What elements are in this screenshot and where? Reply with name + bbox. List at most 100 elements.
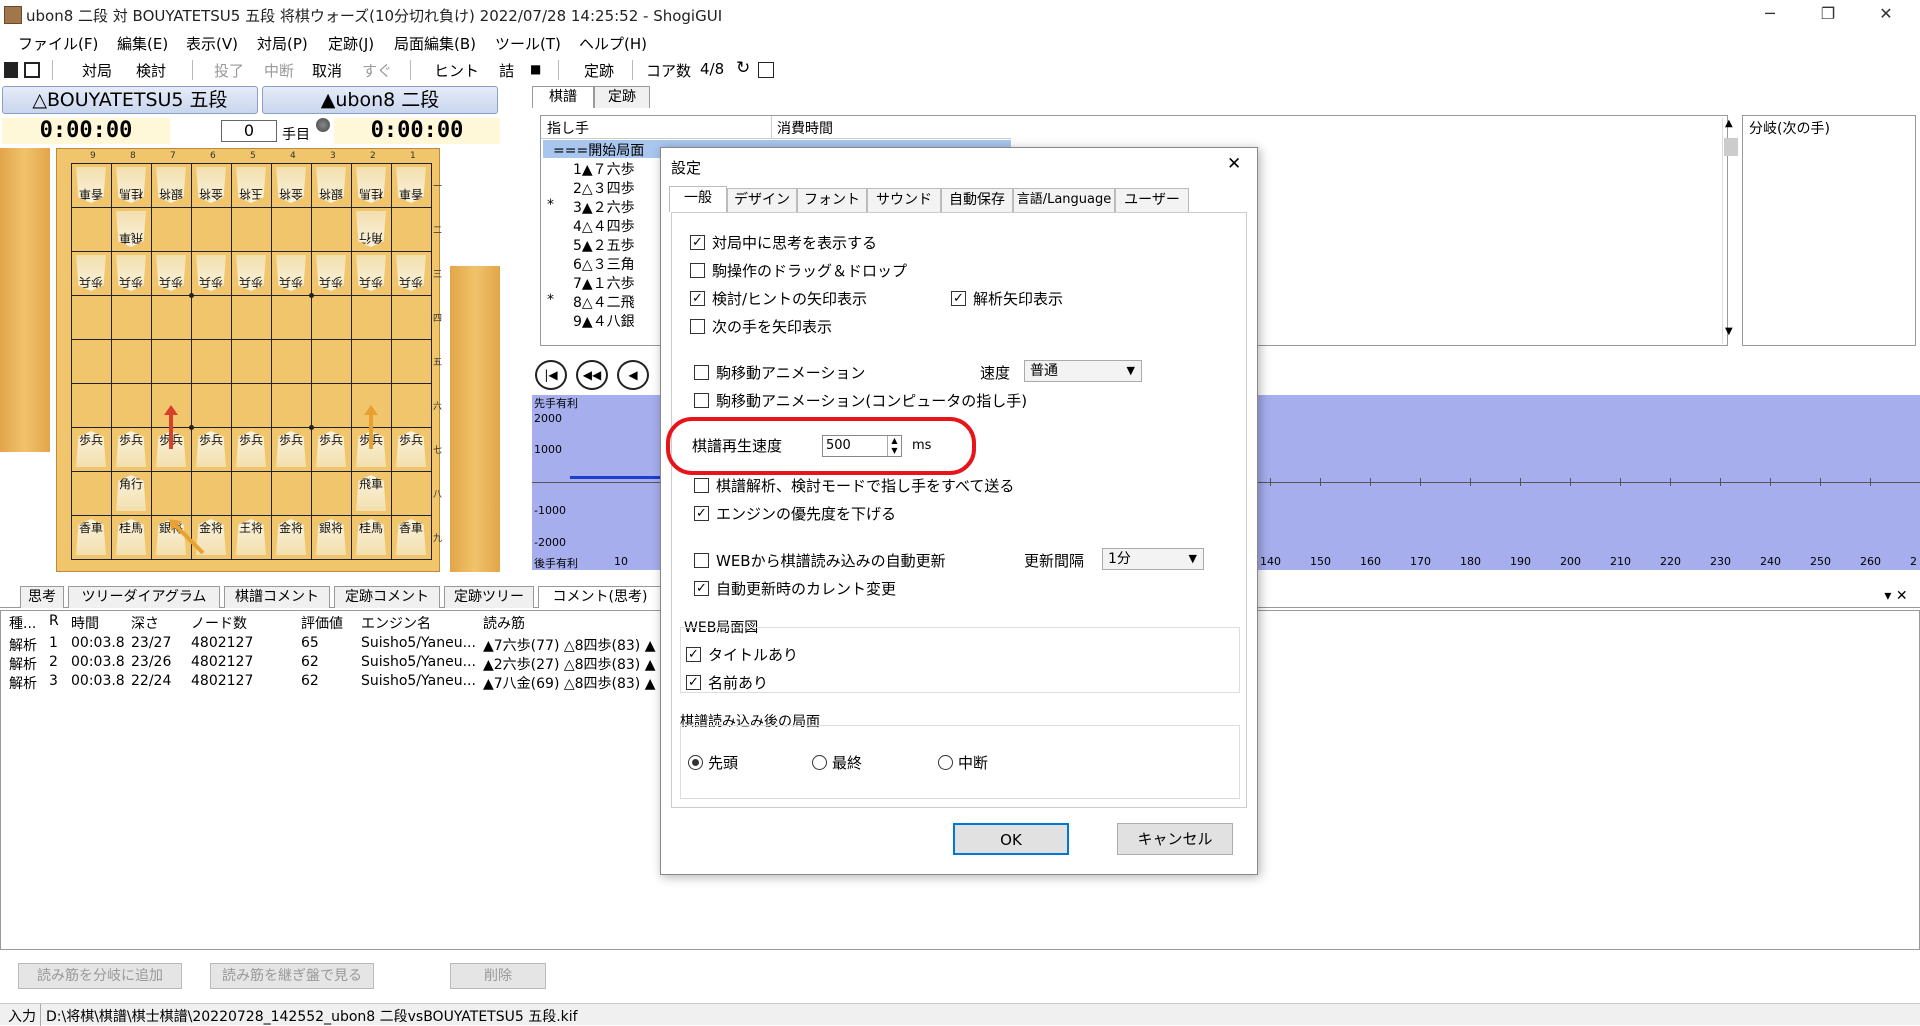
analysis-col-header[interactable]: エンジン名	[361, 613, 431, 633]
gote-piece[interactable]: 金将	[196, 167, 226, 203]
rewind-icon[interactable]: ◀◀	[576, 360, 608, 390]
sente-piece[interactable]: 飛車	[356, 475, 386, 511]
tab-sound[interactable]: サウンド	[867, 188, 941, 212]
sente-piece[interactable]: 歩兵	[396, 431, 426, 467]
menu-file[interactable]: ファイル(F)	[18, 33, 98, 54]
board-square[interactable]	[391, 471, 432, 516]
delete-pv-button[interactable]: 削除	[450, 963, 546, 989]
cancel-button[interactable]: キャンセル	[1117, 823, 1233, 855]
board-square[interactable]	[311, 207, 352, 252]
sente-piece-stand[interactable]	[450, 266, 500, 572]
gote-piece[interactable]: 歩兵	[396, 255, 426, 291]
save-icon[interactable]	[24, 62, 40, 78]
kifu-move-row[interactable]: 2△３四歩	[573, 178, 635, 198]
scroll-up-icon[interactable]: ▲	[1725, 118, 1733, 129]
tab-user[interactable]: ユーザー	[1115, 188, 1189, 212]
board-square[interactable]	[191, 207, 232, 252]
sente-piece[interactable]: 香車	[396, 519, 426, 555]
tab-general[interactable]: 一般	[669, 186, 727, 212]
kifu-move-row[interactable]: 8△４二飛	[573, 292, 635, 312]
show-thinking-checkbox[interactable]: ✓	[690, 235, 705, 250]
sente-piece[interactable]: 歩兵	[236, 431, 266, 467]
tab-joseki-comment[interactable]: 定跡コメント	[334, 586, 440, 608]
board-square[interactable]	[271, 471, 312, 516]
restore-button[interactable]: ❐	[1800, 0, 1856, 30]
analysis-col-header[interactable]: R	[49, 613, 59, 629]
interrupt-button[interactable]: 中断	[264, 60, 294, 81]
scroll-down-icon[interactable]: ▼	[1725, 326, 1733, 337]
sente-piece[interactable]: 歩兵	[196, 431, 226, 467]
names-checkbox[interactable]: ✓	[686, 675, 701, 690]
gote-piece[interactable]: 歩兵	[116, 255, 146, 291]
sente-piece[interactable]: 金将	[276, 519, 306, 555]
tab-autosave[interactable]: 自動保存	[941, 188, 1013, 212]
gote-piece[interactable]: 歩兵	[276, 255, 306, 291]
sente-piece[interactable]: 王将	[236, 519, 266, 555]
pane-controls[interactable]: ▾ ✕	[1874, 586, 1918, 608]
board-square[interactable]	[311, 295, 352, 340]
gote-piece[interactable]: 桂馬	[356, 167, 386, 203]
sente-piece[interactable]: 香車	[76, 519, 106, 555]
sente-piece[interactable]: 銀将	[316, 519, 346, 555]
kifu-move-row[interactable]: 7▲１六歩	[573, 273, 635, 293]
gote-piece[interactable]: 金将	[276, 167, 306, 203]
analysis-col-header[interactable]: 深さ	[131, 613, 159, 633]
interrupt-position-radio[interactable]	[938, 755, 953, 770]
tab-design[interactable]: デザイン	[727, 188, 797, 212]
board-square[interactable]	[71, 339, 112, 384]
gote-piece[interactable]: 香車	[396, 167, 426, 203]
gote-piece[interactable]: 歩兵	[236, 255, 266, 291]
board-square[interactable]	[191, 471, 232, 516]
kifu-move-row[interactable]: ===開始局面	[553, 140, 644, 160]
menu-game[interactable]: 対局(P)	[257, 33, 308, 54]
col-time-header[interactable]: 消費時間	[777, 118, 833, 138]
piece-animation-checkbox[interactable]	[694, 365, 709, 380]
board-square[interactable]	[351, 295, 392, 340]
gote-piece[interactable]: 桂馬	[116, 167, 146, 203]
lower-priority-checkbox[interactable]: ✓	[694, 506, 709, 521]
first-move-icon[interactable]: |◀	[535, 360, 567, 390]
board-square[interactable]	[111, 339, 152, 384]
board-square[interactable]	[391, 383, 432, 428]
board-square[interactable]	[311, 471, 352, 516]
drag-drop-checkbox[interactable]	[690, 263, 705, 278]
gote-piece[interactable]: 飛車	[116, 211, 146, 247]
sente-piece[interactable]: 歩兵	[276, 431, 306, 467]
menu-edit[interactable]: 編集(E)	[117, 33, 168, 54]
new-file-icon[interactable]	[4, 62, 18, 78]
spinner-icon[interactable]: ▲ ▼	[887, 436, 901, 456]
tab-language[interactable]: 言語/Language	[1013, 188, 1115, 212]
board-square[interactable]	[271, 339, 312, 384]
board-square[interactable]	[71, 295, 112, 340]
sente-piece[interactable]: 桂馬	[356, 519, 386, 555]
cpu-animation-checkbox[interactable]	[694, 393, 709, 408]
move-number-input[interactable]: 0	[221, 120, 277, 142]
board-square[interactable]	[151, 339, 192, 384]
board-square[interactable]	[231, 471, 272, 516]
hint-arrow-checkbox[interactable]: ✓	[690, 291, 705, 306]
cores-value[interactable]: 4/8	[700, 60, 724, 78]
tab-kifu[interactable]: 棋譜	[532, 86, 594, 108]
rotate-icon[interactable]: ↻	[736, 58, 750, 78]
tab-comment-thinking[interactable]: コメント(思考)	[538, 586, 662, 608]
tab-kifu-comment[interactable]: 棋譜コメント	[224, 586, 330, 608]
analysis-col-header[interactable]: 読み筋	[483, 613, 525, 633]
view-pv-on-board-button[interactable]: 読み筋を継ぎ盤で見る	[210, 963, 374, 989]
analysis-col-header[interactable]: ノード数	[191, 613, 247, 633]
board-square[interactable]	[271, 207, 312, 252]
undo-button[interactable]: 取消	[312, 60, 342, 81]
board-square[interactable]	[151, 471, 192, 516]
scrollbar-thumb[interactable]	[1724, 138, 1738, 156]
immediate-button[interactable]: すぐ	[362, 60, 392, 81]
menu-joseki[interactable]: 定跡(J)	[328, 33, 374, 54]
col-move-header[interactable]: 指し手	[547, 118, 589, 138]
menu-help[interactable]: ヘルプ(H)	[579, 33, 647, 54]
kifu-move-row[interactable]: 4△４四歩	[573, 216, 635, 236]
kifu-move-row[interactable]: 3▲２六歩	[573, 197, 635, 217]
study-button[interactable]: 検討	[136, 60, 166, 81]
board-square[interactable]	[111, 383, 152, 428]
mate-button[interactable]: 詰	[499, 60, 514, 81]
board-square[interactable]	[191, 339, 232, 384]
gote-piece[interactable]: 角行	[356, 211, 386, 247]
tab-tree-diagram[interactable]: ツリーダイアグラム	[68, 586, 220, 608]
